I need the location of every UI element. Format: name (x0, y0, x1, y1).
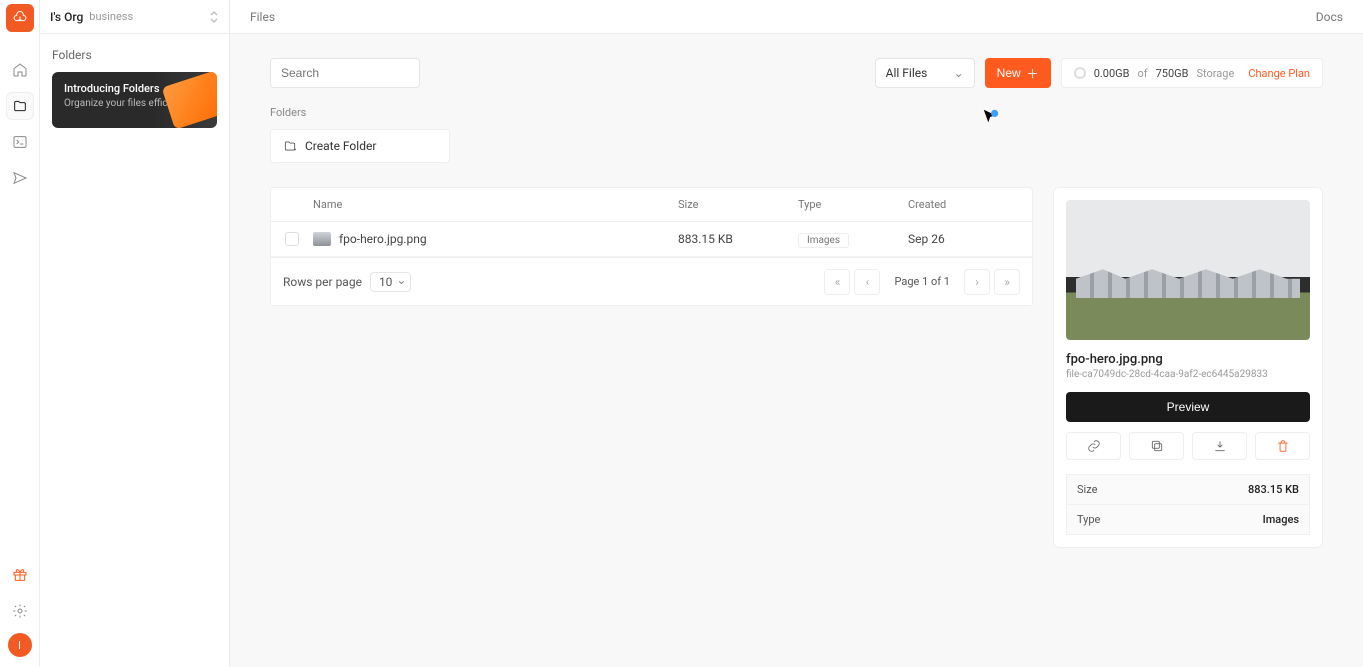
avatar[interactable]: I (8, 633, 32, 657)
plus-icon: ＋ (1027, 65, 1039, 82)
change-plan-link[interactable]: Change Plan (1248, 67, 1310, 80)
org-switcher[interactable]: I's Org business (40, 0, 229, 34)
col-type[interactable]: Type (798, 198, 908, 211)
files-table: Name Size Type Created fpo-hero.jpg.png … (270, 187, 1033, 306)
page-label: Page 1 of 1 (884, 275, 960, 288)
new-button-label: New (997, 66, 1021, 80)
storage-total: 750GB (1156, 67, 1189, 80)
create-folder-button[interactable]: Create Folder (270, 129, 450, 163)
col-size[interactable]: Size (678, 198, 798, 211)
chevron-down-icon: ⌄ (954, 66, 964, 80)
docs-link[interactable]: Docs (1316, 10, 1343, 24)
toolbar: All Files ⌄ New ＋ 0.00GB of 750GB Storag… (270, 58, 1323, 88)
storage-circle-icon (1074, 67, 1086, 79)
file-created: Sep 26 (908, 232, 1018, 246)
file-filter-select[interactable]: All Files ⌄ (875, 58, 975, 88)
page-prev-button[interactable]: ‹ (854, 269, 880, 295)
meta-size-row: Size 883.15 KB (1066, 474, 1310, 505)
storage-indicator: 0.00GB of 750GB Storage Change Plan (1061, 58, 1323, 88)
promo-decor (162, 72, 217, 128)
promo-card[interactable]: Introducing Folders Organize your files … (52, 72, 217, 128)
create-folder-label: Create Folder (305, 139, 376, 153)
storage-used: 0.00GB (1094, 67, 1130, 80)
preview-thumbnail (1066, 200, 1310, 340)
col-name[interactable]: Name (313, 198, 678, 211)
sidebar-section-folders: Folders (52, 48, 217, 62)
storage-label: Storage (1197, 67, 1235, 80)
nav-files-icon[interactable] (6, 92, 34, 120)
chevron-updown-icon (209, 10, 219, 24)
delete-button[interactable] (1255, 432, 1310, 460)
detail-file-id: file-ca7049dc-28cd-4caa-9af2-ec6445a2983… (1066, 369, 1310, 380)
nav-gift-icon[interactable] (6, 561, 34, 589)
copy-button[interactable] (1129, 432, 1184, 460)
rows-per-page-value: 10 (379, 275, 393, 289)
details-panel: fpo-hero.jpg.png file-ca7049dc-28cd-4caa… (1053, 187, 1323, 548)
detail-filename: fpo-hero.jpg.png (1066, 352, 1310, 367)
preview-button[interactable]: Preview (1066, 392, 1310, 422)
folder-plus-icon (283, 139, 297, 153)
file-size: 883.15 KB (678, 232, 798, 246)
table-row[interactable]: fpo-hero.jpg.png 883.15 KB Images Sep 26 (271, 222, 1032, 257)
org-name: I's Org (50, 10, 83, 24)
file-type-tag: Images (798, 233, 849, 248)
row-checkbox[interactable] (285, 232, 299, 246)
search-input[interactable] (270, 58, 420, 88)
nav-send-icon[interactable] (6, 164, 34, 192)
meta-type-value: Images (1263, 513, 1299, 526)
file-name: fpo-hero.jpg.png (339, 232, 427, 246)
folders-heading: Folders (270, 106, 1323, 119)
nav-terminal-icon[interactable] (6, 128, 34, 156)
download-button[interactable] (1192, 432, 1247, 460)
filter-value: All Files (886, 66, 928, 80)
rows-per-page-label: Rows per page (283, 275, 362, 289)
main-topbar: Files Docs (230, 0, 1363, 34)
new-button[interactable]: New ＋ (985, 58, 1051, 88)
main: Files Docs All Files ⌄ New ＋ 0 (230, 0, 1363, 667)
pagination-bar: Rows per page 10 « ‹ Page 1 of 1 › » (271, 257, 1032, 305)
meta-size-value: 883.15 KB (1248, 483, 1299, 496)
rows-per-page-select[interactable]: 10 (370, 272, 412, 292)
page-first-button[interactable]: « (824, 269, 850, 295)
storage-of: of (1137, 67, 1147, 80)
breadcrumb: Files (250, 10, 275, 24)
copy-link-button[interactable] (1066, 432, 1121, 460)
page-next-button[interactable]: › (964, 269, 990, 295)
nav-home-icon[interactable] (6, 56, 34, 84)
plan-badge: business (89, 10, 133, 23)
col-created[interactable]: Created (908, 198, 1018, 211)
page-last-button[interactable]: » (994, 269, 1020, 295)
nav-settings-icon[interactable] (6, 597, 34, 625)
icon-rail: I (0, 0, 40, 667)
meta-type-label: Type (1077, 513, 1100, 526)
meta-type-row: Type Images (1066, 505, 1310, 535)
file-thumbnail (313, 232, 331, 246)
sidebar: I's Org business Folders Introducing Fol… (40, 0, 230, 667)
brand-logo (6, 4, 34, 32)
table-header: Name Size Type Created (271, 188, 1032, 222)
meta-size-label: Size (1077, 483, 1097, 496)
